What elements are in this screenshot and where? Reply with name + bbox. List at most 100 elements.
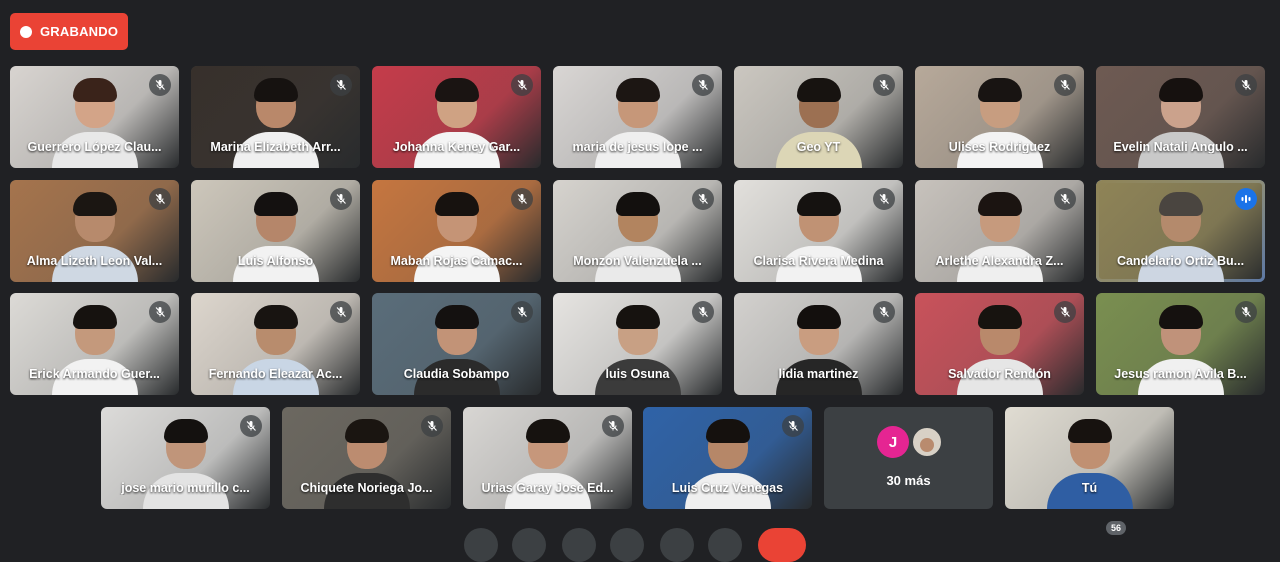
participant-tile[interactable]: Chiquete Noriega Jo... <box>282 407 451 509</box>
participant-tile[interactable]: Evelin Natali Angulo ... <box>1096 66 1265 168</box>
participant-video <box>413 76 500 168</box>
participant-tile[interactable]: Erick Armando Guer... <box>10 293 179 395</box>
participant-tile[interactable]: Jesus ramon Avila B... <box>1096 293 1265 395</box>
participant-video <box>956 76 1043 168</box>
participant-video <box>142 417 229 509</box>
speaking-indicator-icon <box>1235 188 1257 210</box>
mic-off-icon <box>149 188 171 210</box>
participant-tile[interactable]: Marina Elizabeth Arr... <box>191 66 360 168</box>
participant-tile[interactable]: Clarisa Rivera Medina <box>734 180 903 282</box>
participant-video <box>956 303 1043 395</box>
participant-tile[interactable]: Guerrero López Clau... <box>10 66 179 168</box>
participant-video <box>1137 190 1224 282</box>
self-video-tile[interactable]: Tú <box>1005 407 1174 509</box>
participant-tile[interactable]: Johanna Keney Gar... <box>372 66 541 168</box>
mic-off-icon <box>692 301 714 323</box>
participant-name: Tú <box>1081 481 1098 495</box>
participant-tile[interactable]: luis Osuna <box>553 293 722 395</box>
mic-off-icon <box>873 188 895 210</box>
participant-tile[interactable]: Ulises Rodriguez <box>915 66 1084 168</box>
participant-video <box>51 190 138 282</box>
mic-off-icon <box>511 74 533 96</box>
participant-name: Arlethe Alexandra Z... <box>935 254 1064 268</box>
participant-name: Marina Elizabeth Arr... <box>210 140 341 154</box>
participant-avatar-photo <box>911 426 943 458</box>
participant-video <box>232 76 319 168</box>
participant-video <box>232 190 319 282</box>
mic-off-icon <box>1054 188 1076 210</box>
participant-tile[interactable]: jose mario murillo c... <box>101 407 270 509</box>
participant-tile[interactable]: Luis Cruz Venegas <box>643 407 812 509</box>
mic-off-icon <box>1054 74 1076 96</box>
camera-button[interactable] <box>512 528 546 562</box>
participant-name: Luis Cruz Venegas <box>671 481 784 495</box>
participant-name: Fernando Eleazar Ac... <box>208 367 343 381</box>
mic-button[interactable] <box>464 528 498 562</box>
mic-off-icon <box>511 188 533 210</box>
participant-video <box>594 76 681 168</box>
participant-video <box>232 303 319 395</box>
mic-off-icon <box>511 301 533 323</box>
participant-video <box>684 417 771 509</box>
more-participants-label: 30 más <box>886 473 931 488</box>
participant-video <box>1137 303 1224 395</box>
participant-name: Maban Rojas Camac... <box>390 254 523 268</box>
participant-video <box>51 303 138 395</box>
participant-tile[interactable]: Maban Rojas Camac... <box>372 180 541 282</box>
participant-name: Claudia Sobampo <box>403 367 510 381</box>
mic-off-icon <box>692 188 714 210</box>
participant-tile[interactable]: Monzon Valenzuela ... <box>553 180 722 282</box>
present-button[interactable] <box>660 528 694 562</box>
participant-video <box>1137 76 1224 168</box>
participant-name: Guerrero López Clau... <box>27 140 162 154</box>
mic-off-icon <box>602 415 624 437</box>
participant-tile[interactable]: Fernando Eleazar Ac... <box>191 293 360 395</box>
mic-off-icon <box>149 74 171 96</box>
participant-video <box>775 190 862 282</box>
participant-tile[interactable]: lidia martinez <box>734 293 903 395</box>
mic-off-icon <box>1235 74 1257 96</box>
mic-off-icon <box>330 301 352 323</box>
participant-tile[interactable]: Urias Garay Jose Ed... <box>463 407 632 509</box>
end-call-button[interactable] <box>758 528 806 562</box>
mic-off-icon <box>692 74 714 96</box>
participant-tile[interactable]: maria de jesus lope ... <box>553 66 722 168</box>
participant-video <box>504 417 591 509</box>
participant-name: Erick Armando Guer... <box>29 367 160 381</box>
raise-hand-button[interactable] <box>610 528 644 562</box>
participant-tile[interactable]: Candelario Ortiz Bu... <box>1096 180 1265 282</box>
participant-tile[interactable]: Claudia Sobampo <box>372 293 541 395</box>
recording-badge: GRABANDO <box>10 13 128 50</box>
mic-off-icon <box>873 74 895 96</box>
participant-video <box>413 190 500 282</box>
participant-name: Monzon Valenzuela ... <box>573 254 702 268</box>
participant-name: Geo YT <box>796 140 841 154</box>
participant-name: Clarisa Rivera Medina <box>753 254 884 268</box>
participant-video <box>1046 417 1133 509</box>
participant-tile[interactable]: Luis Alfonso <box>191 180 360 282</box>
more-options-button[interactable] <box>708 528 742 562</box>
participant-name: Alma Lizeth Leon Val... <box>26 254 163 268</box>
recording-label: GRABANDO <box>40 24 119 39</box>
participant-tile[interactable]: Alma Lizeth Leon Val... <box>10 180 179 282</box>
mic-off-icon <box>1054 301 1076 323</box>
participant-name: jose mario murillo c... <box>121 481 250 495</box>
participant-name: Johanna Keney Gar... <box>392 140 521 154</box>
participant-video <box>413 303 500 395</box>
participant-tile[interactable]: Arlethe Alexandra Z... <box>915 180 1084 282</box>
participant-count-badge: 56 <box>1106 521 1126 535</box>
participant-name: Chiquete Noriega Jo... <box>300 481 433 495</box>
participant-name: Evelin Natali Angulo ... <box>1113 140 1248 154</box>
participant-tile[interactable]: Salvador Rendón <box>915 293 1084 395</box>
mic-off-icon <box>873 301 895 323</box>
participant-name: luis Osuna <box>605 367 670 381</box>
captions-button[interactable] <box>562 528 596 562</box>
participant-video <box>775 303 862 395</box>
mic-off-icon <box>330 74 352 96</box>
more-participants-tile[interactable]: J 30 más <box>824 407 993 509</box>
participant-name: Candelario Ortiz Bu... <box>1116 254 1245 268</box>
participant-video <box>51 76 138 168</box>
mic-off-icon <box>240 415 262 437</box>
participant-tile[interactable]: Geo YT <box>734 66 903 168</box>
record-dot-icon <box>20 25 32 38</box>
